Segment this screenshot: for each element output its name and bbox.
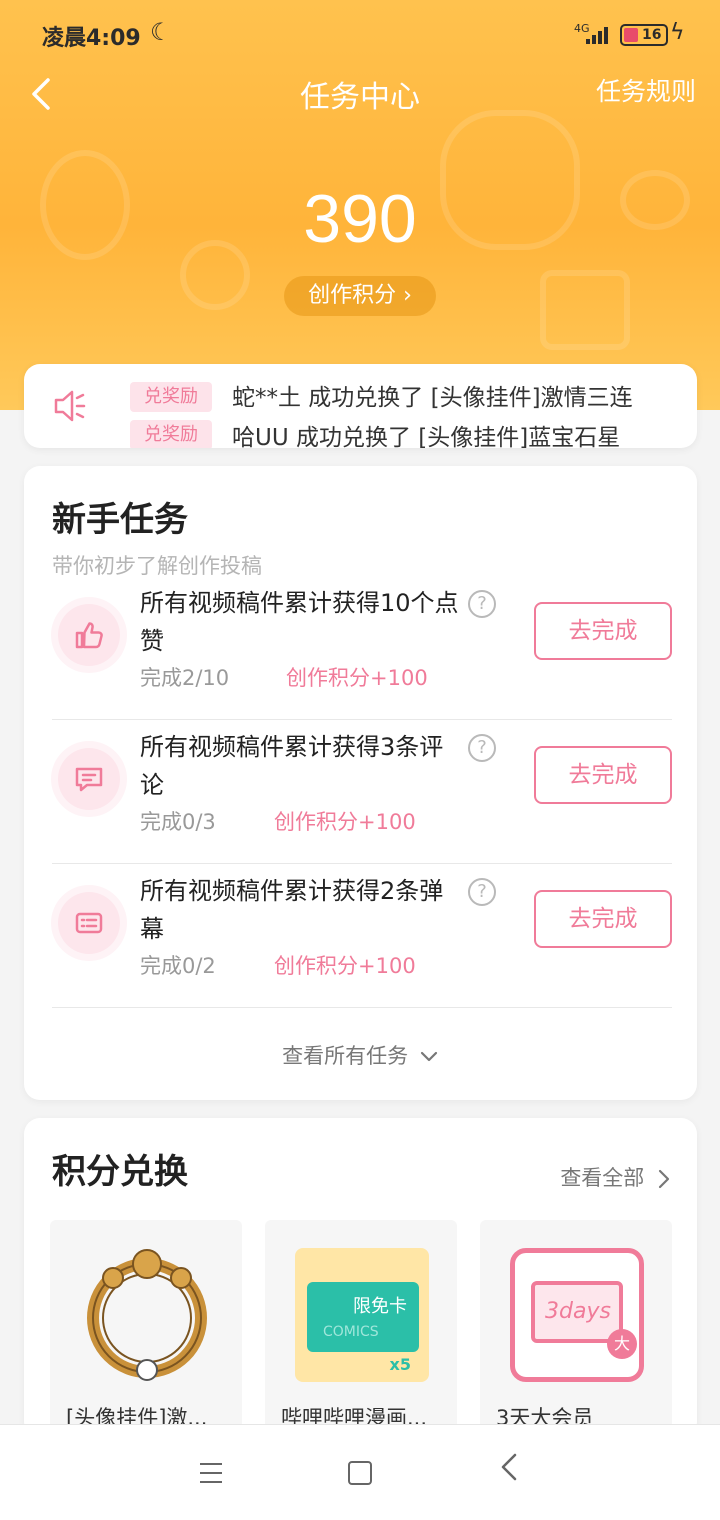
vip-card-text: 3days (545, 1299, 611, 1324)
comic-card-text: 限免卡 (353, 1296, 407, 1317)
danmaku-icon (58, 892, 120, 954)
help-icon[interactable]: ? (468, 590, 496, 618)
chevron-right-icon (658, 1169, 670, 1189)
signal-icon (586, 24, 612, 44)
section-title: 积分兑换 (52, 1152, 188, 1192)
chevron-down-icon (420, 1051, 437, 1062)
moon-icon: ☾ (150, 18, 172, 46)
see-all-tasks-label: 查看所有任务 (282, 1044, 409, 1068)
help-icon[interactable]: ? (468, 878, 496, 906)
task-title: 所有视频稿件累计获得2条弹幕 (140, 877, 444, 943)
task-progress: 完成0/2 (140, 954, 216, 978)
exchange-item[interactable]: [头像挂件]激... (50, 1220, 242, 1440)
home-icon[interactable] (348, 1461, 372, 1485)
exchange-item[interactable]: 3days 大 3天大会员 (480, 1220, 672, 1440)
task-title: 所有视频稿件累计获得3条评论 (140, 733, 444, 799)
task-rules-link[interactable]: 任务规则 (596, 72, 696, 108)
points-value: 390 (303, 181, 417, 257)
charging-icon: ϟ (670, 20, 685, 45)
go-complete-button[interactable]: 去完成 (534, 746, 672, 804)
notice-message-next: 哈UU 成功兑换了 [头像挂件]蓝宝石星 (232, 425, 621, 448)
task-item: 所有视频稿件累计获得10个点赞 ? 完成2/10 创作积分+100 去完成 (52, 576, 672, 720)
status-bar: 凌晨4:09 ☾ 4G 16 ϟ (0, 0, 720, 70)
system-back-icon[interactable] (500, 1451, 518, 1491)
notice-tag-next: 兑奖励 (130, 420, 212, 448)
comic-card-icon: 限免卡 COMICS x5 (295, 1248, 429, 1382)
points-label: 创作积分 (308, 283, 397, 308)
speaker-icon (54, 390, 86, 422)
task-title: 所有视频稿件累计获得10个点赞 (140, 589, 459, 655)
vip-card-badge: 大 (607, 1329, 637, 1359)
task-reward: 创作积分+100 (274, 810, 416, 834)
chevron-right-icon: › (403, 283, 412, 308)
points-label-button[interactable]: 创作积分 › (284, 276, 436, 316)
notice-message: 蛇**土 成功兑换了 [头像挂件]激情三连 (232, 385, 633, 411)
task-item: 所有视频稿件累计获得3条评论 ? 完成0/3 创作积分+100 去完成 (52, 720, 672, 864)
go-complete-button[interactable]: 去完成 (534, 602, 672, 660)
avatar-frame-icon (87, 1249, 207, 1381)
vip-card-icon: 3days 大 (510, 1248, 644, 1382)
see-all-tasks-button[interactable]: 查看所有任务 (24, 1040, 697, 1070)
status-time: 凌晨4:09 (42, 26, 141, 51)
divider (52, 1007, 672, 1008)
exchange-item[interactable]: 限免卡 COMICS x5 哔哩哔哩漫画... (265, 1220, 457, 1440)
section-title: 新手任务 (52, 500, 188, 540)
comment-icon (58, 748, 120, 810)
see-all-exchange-button[interactable]: 查看全部 (560, 1162, 671, 1192)
battery-level: 16 (642, 27, 662, 43)
go-complete-button[interactable]: 去完成 (534, 890, 672, 948)
exchange-notice-banner: 兑奖励 蛇**土 成功兑换了 [头像挂件]激情三连 兑奖励 哈UU 成功兑换了 … (24, 364, 697, 448)
comic-card-count: x5 (389, 1355, 411, 1374)
task-reward: 创作积分+100 (274, 954, 416, 978)
battery-icon: 16 (620, 24, 668, 46)
gift-deco-icon (540, 270, 630, 350)
task-reward: 创作积分+100 (286, 666, 428, 690)
system-nav-bar (0, 1424, 720, 1520)
newbie-tasks-card: 新手任务 带你初步了解创作投稿 所有视频稿件累计获得10个点赞 ? 完成2/10… (24, 466, 697, 1100)
task-progress: 完成2/10 (140, 666, 230, 690)
notice-tag: 兑奖励 (130, 382, 212, 412)
task-item: 所有视频稿件累计获得2条弹幕 ? 完成0/2 创作积分+100 去完成 (52, 864, 672, 1008)
task-progress: 完成0/3 (140, 810, 216, 834)
help-icon[interactable]: ? (468, 734, 496, 762)
menu-icon[interactable] (200, 1463, 222, 1483)
see-all-exchange-label: 查看全部 (560, 1166, 645, 1190)
comic-card-word: COMICS (323, 1324, 379, 1340)
points-exchange-card: 积分兑换 查看全部 [头像挂件]激... 限免卡 COMICS x5 哔哩哔哩漫… (24, 1118, 697, 1440)
thumbs-up-icon (58, 604, 120, 666)
